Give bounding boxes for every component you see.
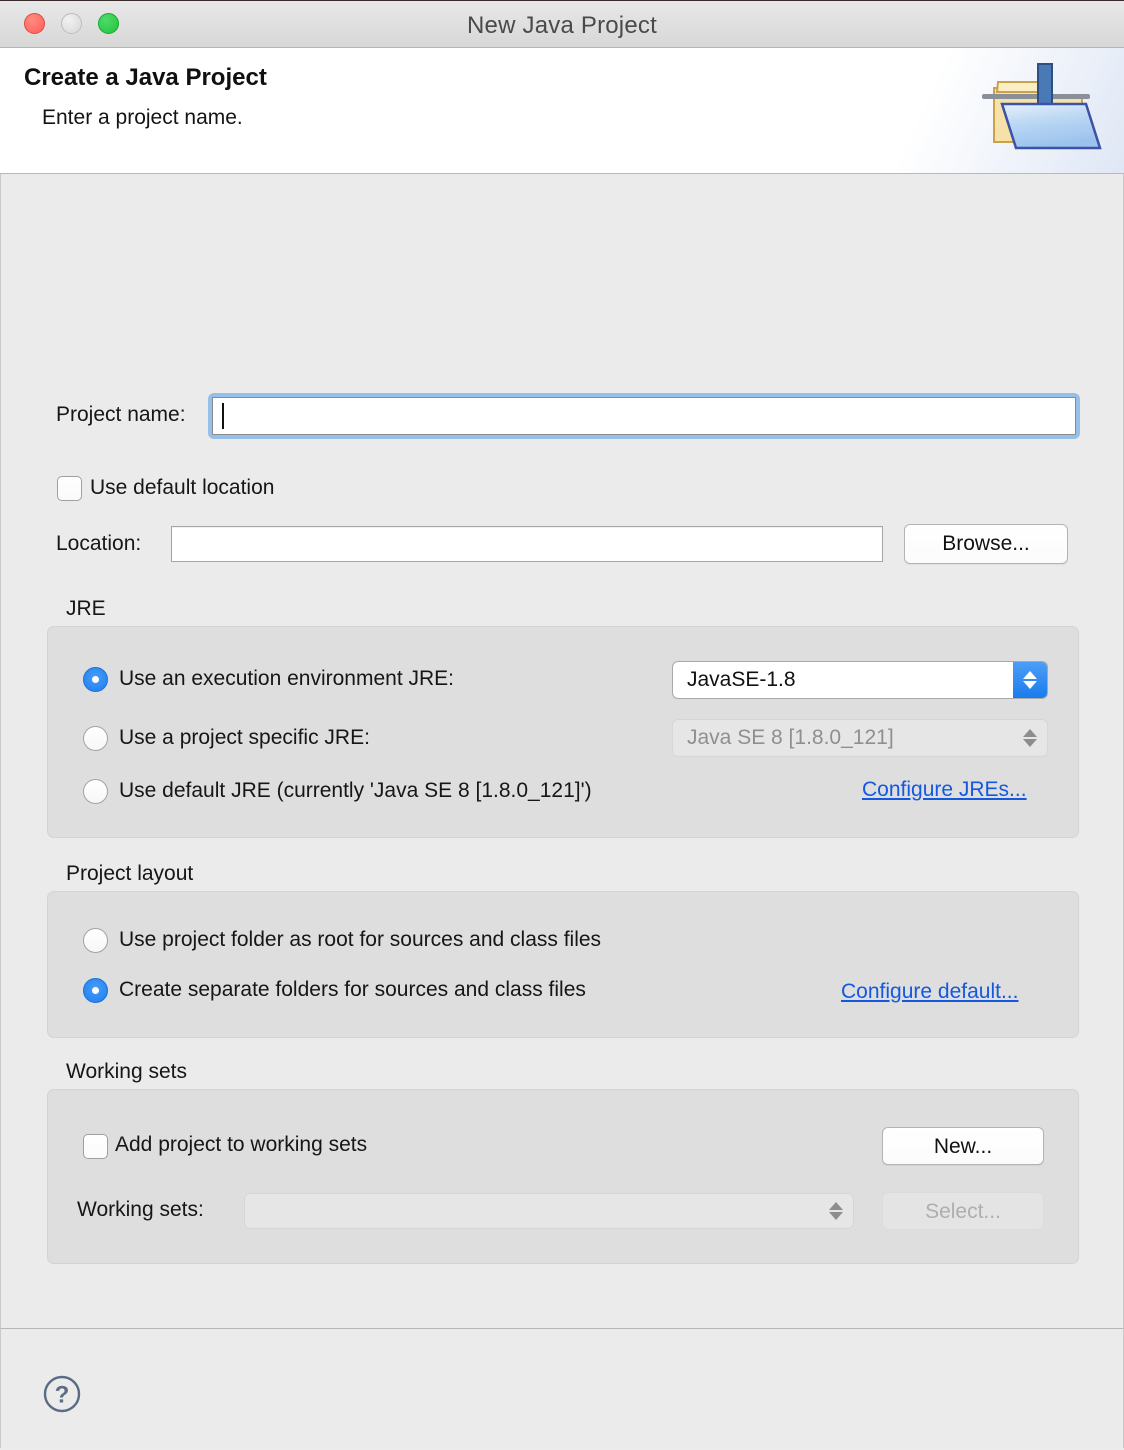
- project-name-input[interactable]: [208, 393, 1080, 439]
- jre-default-radio[interactable]: [83, 779, 108, 804]
- add-project-to-working-sets-label: Add project to working sets: [115, 1133, 368, 1156]
- window-title: New Java Project: [467, 12, 657, 39]
- jre-default-label: Use default JRE (currently 'Java SE 8 [1…: [119, 779, 592, 802]
- jre-project-specific-radio[interactable]: [83, 726, 108, 751]
- dialog-footer: < Back Next > Cancel Finish: [0, 1328, 1124, 1448]
- working-sets-group-box: [47, 1089, 1079, 1264]
- dialog-content: Project name: Use default location Locat…: [0, 174, 1124, 1328]
- browse-button[interactable]: Browse...: [904, 524, 1068, 564]
- wizard-banner: Create a Java Project Enter a project na…: [0, 48, 1124, 174]
- jre-execution-environment-radio[interactable]: [83, 667, 108, 692]
- add-project-to-working-sets-checkbox[interactable]: [83, 1134, 108, 1159]
- banner-title: Create a Java Project: [24, 64, 267, 91]
- chevron-updown-icon[interactable]: [1013, 662, 1047, 698]
- help-question-icon[interactable]: ?: [43, 1375, 81, 1413]
- layout-separate-folders-label: Create separate folders for sources and …: [119, 978, 586, 1001]
- working-sets-group-title: Working sets: [66, 1060, 187, 1083]
- project-specific-jre-combo: Java SE 8 [1.8.0_121]: [672, 719, 1048, 757]
- title-bar: New Java Project: [0, 0, 1124, 48]
- project-layout-group-box: [47, 891, 1079, 1038]
- java-project-folder-icon: [976, 58, 1108, 164]
- layout-separate-folders-radio[interactable]: [83, 978, 108, 1003]
- project-specific-jre-value: Java SE 8 [1.8.0_121]: [687, 726, 894, 749]
- chevron-updown-icon-disabled: [1013, 720, 1047, 756]
- layout-project-folder-root-label: Use project folder as root for sources a…: [119, 928, 602, 951]
- new-working-set-button[interactable]: New...: [882, 1127, 1044, 1165]
- svg-text:?: ?: [55, 1382, 70, 1409]
- working-sets-label: Working sets:: [77, 1198, 204, 1221]
- jre-execution-environment-label: Use an execution environment JRE:: [119, 667, 455, 690]
- location-label: Location:: [56, 532, 142, 555]
- execution-environment-value: JavaSE-1.8: [687, 668, 796, 691]
- project-layout-group-title: Project layout: [66, 862, 194, 885]
- banner-subtitle: Enter a project name.: [42, 106, 243, 129]
- new-java-project-dialog: New Java Project Create a Java Project E…: [0, 0, 1124, 1450]
- configure-jres-link[interactable]: Configure JREs...: [862, 778, 1027, 802]
- layout-project-folder-root-radio[interactable]: [83, 928, 108, 953]
- execution-environment-combo[interactable]: JavaSE-1.8: [672, 661, 1048, 699]
- project-name-label: Project name:: [56, 403, 186, 426]
- use-default-location-checkbox[interactable]: [57, 476, 82, 501]
- jre-project-specific-label: Use a project specific JRE:: [119, 726, 370, 749]
- use-default-location-label: Use default location: [90, 476, 275, 499]
- working-sets-combo: [244, 1193, 854, 1229]
- chevron-updown-icon-worksets: [819, 1194, 853, 1228]
- jre-group-title: JRE: [66, 597, 106, 620]
- select-working-set-button: Select...: [882, 1192, 1044, 1230]
- text-caret: [222, 403, 224, 429]
- location-input[interactable]: [171, 526, 883, 562]
- configure-default-link[interactable]: Configure default...: [841, 980, 1018, 1004]
